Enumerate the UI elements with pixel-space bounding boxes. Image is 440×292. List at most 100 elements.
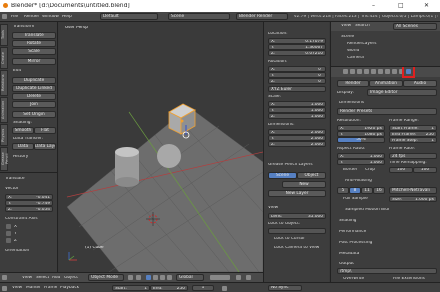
aa-samples-8[interactable]: 8 <box>349 187 361 194</box>
render-audio-button[interactable]: Audio <box>403 80 437 87</box>
file-extensions-checkbox[interactable]: File Extensions <box>393 277 425 281</box>
gp-scene-button[interactable]: Scene <box>268 172 297 179</box>
data-layouts-button[interactable]: Data Layouts <box>34 143 56 150</box>
render-button[interactable]: Render <box>337 80 369 87</box>
crop-checkbox[interactable]: Crop <box>365 168 375 172</box>
sync-selector[interactable]: No Sync <box>268 285 302 291</box>
object-menu[interactable]: Object <box>64 276 78 280</box>
render-animation-button[interactable]: Animation <box>369 80 403 87</box>
add-menu[interactable]: Add <box>52 276 60 280</box>
mode-selector[interactable]: Object Mode <box>88 274 124 281</box>
lock-to-cursor-checkbox[interactable]: Lock to Cursor <box>274 237 305 241</box>
layer-buttons-icon[interactable] <box>210 275 230 280</box>
timeline[interactable]: View Marker Frame Playback Start: 1 End: 2… <box>0 282 440 292</box>
gp-object-button[interactable]: Object <box>297 172 326 179</box>
rotate-manip-icon[interactable] <box>160 275 165 280</box>
render-preview-icon[interactable] <box>246 275 251 280</box>
3d-viewport[interactable]: User Persp (1) Cube <box>59 22 263 272</box>
timeline-end-field[interactable]: End: 250 <box>150 285 188 291</box>
minimize-button[interactable]: – <box>372 3 375 9</box>
outliner-item-world[interactable]: World <box>347 49 359 53</box>
aa-size-field[interactable]: Size: 1.000 px <box>389 196 437 202</box>
transform-panel-header[interactable]: Transform <box>13 25 34 29</box>
translate-button[interactable]: Translate <box>12 32 56 39</box>
lock-camera-checkbox[interactable]: Lock Camera to View <box>274 246 319 250</box>
menu-window[interactable]: Window <box>42 15 59 19</box>
maximize-button[interactable]: □ <box>398 3 404 9</box>
rotation-mode-selector[interactable]: XYZ Euler <box>268 86 326 92</box>
world-tab-icon[interactable] <box>364 69 369 74</box>
resolution-percentage-slider[interactable]: 50% <box>337 137 385 143</box>
aa-samples-11[interactable]: 11 <box>361 187 373 194</box>
engine-selector[interactable]: Blender Render <box>236 13 288 20</box>
location-z-field[interactable]: Z: 0.07210 <box>268 50 326 56</box>
overwrite-checkbox[interactable]: Overwrite <box>343 277 364 281</box>
gp-new-layer-button[interactable]: New Layer <box>268 190 326 197</box>
translate-manip-icon[interactable] <box>153 275 158 280</box>
close-button[interactable]: ✕ <box>424 3 429 9</box>
constraint-z-checkbox[interactable] <box>6 238 11 243</box>
tab-relations[interactable]: Relations <box>0 70 8 96</box>
timeline-marker-menu[interactable]: Marker <box>26 286 41 290</box>
outliner-search-menu[interactable]: Search <box>355 24 370 28</box>
data-tab-icon[interactable] <box>392 69 397 74</box>
shading-mode-icon[interactable] <box>128 275 133 280</box>
dimensions-z-field[interactable]: Z: 2.000 <box>268 141 326 147</box>
outliner-item-renderlayers[interactable]: RenderLayers <box>347 42 377 46</box>
vector-z-field[interactable]: Z: -0.054 <box>5 206 53 212</box>
render-layers-tab-icon[interactable] <box>350 69 355 74</box>
select-menu[interactable]: Select <box>36 276 49 280</box>
object-tab-icon[interactable] <box>371 69 376 74</box>
tab-grease-pencil[interactable]: Grease Pencil <box>0 147 9 171</box>
aa-samples-5[interactable]: 5 <box>337 187 349 194</box>
scale-manip-icon[interactable] <box>167 275 172 280</box>
scene-tab-icon[interactable] <box>357 69 362 74</box>
info-editor-icon[interactable] <box>2 14 7 19</box>
menu-help[interactable]: Help <box>62 15 72 19</box>
frame-rate-selector[interactable]: 24 fps <box>389 153 437 159</box>
scene-selector[interactable]: Scene <box>168 13 230 20</box>
timeline-start-field[interactable]: Start: 1 <box>112 285 150 291</box>
smooth-button[interactable]: Smooth <box>12 127 34 134</box>
layout-selector[interactable]: Default <box>100 13 158 20</box>
lens-field[interactable]: Lens: 35.000 <box>268 213 326 219</box>
tab-create[interactable]: Create <box>0 47 8 69</box>
remap-old-field[interactable]: 100 <box>389 167 413 173</box>
tab-tools[interactable]: Tools <box>0 24 8 46</box>
anti-aliasing-header[interactable]: Anti-Aliasing <box>345 179 372 183</box>
output-path-field[interactable]: /tmp\ <box>337 268 437 274</box>
output-panel-header[interactable]: Output <box>339 262 354 266</box>
rotate-button[interactable]: Rotate <box>12 40 56 47</box>
post-processing-panel-header[interactable]: Post Processing <box>339 241 372 245</box>
display-selector[interactable]: Image Editor <box>367 89 437 96</box>
mirror-button[interactable]: Mirror <box>12 58 56 65</box>
remap-new-field[interactable]: 100 <box>413 167 437 173</box>
timeline-editor-icon[interactable] <box>2 286 7 291</box>
history-panel-header[interactable]: History <box>13 155 28 159</box>
tab-animation[interactable]: Animation <box>0 97 8 123</box>
menu-render[interactable]: Render <box>24 15 39 19</box>
tab-physics[interactable]: Physics <box>0 124 8 146</box>
timeline-playback-menu[interactable]: Playback <box>60 286 79 290</box>
render-tab-icon[interactable] <box>343 69 348 74</box>
play-icon[interactable] <box>222 286 227 291</box>
duplicate-button[interactable]: Duplicate <box>12 77 56 84</box>
metadata-panel-header[interactable]: Metadata <box>339 252 359 256</box>
constraint-x-checkbox[interactable] <box>6 224 11 229</box>
current-frame-field[interactable]: 1 <box>192 285 214 291</box>
set-origin-button[interactable]: Set Origin <box>12 111 56 118</box>
duplicate-linked-button[interactable]: Duplicate Linked <box>12 85 56 92</box>
view-panel-header[interactable]: View <box>268 206 278 210</box>
render-presets-selector[interactable]: Render Presets <box>337 108 437 115</box>
sampled-motion-blur-header[interactable]: Sampled Motion Blur <box>345 208 390 212</box>
shading-panel-header[interactable]: Shading <box>339 219 356 223</box>
pivot-icon[interactable] <box>136 275 141 280</box>
timeline-frame-menu[interactable]: Frame <box>44 286 57 290</box>
data-button[interactable]: Data <box>12 143 34 150</box>
join-button[interactable]: Join <box>12 101 56 108</box>
lock-object-field[interactable] <box>268 228 326 234</box>
outliner-view-menu[interactable]: View <box>341 24 351 28</box>
orientation-selector[interactable]: Global <box>176 274 204 281</box>
view-menu[interactable]: View <box>22 276 32 280</box>
border-checkbox[interactable]: Border <box>343 168 357 172</box>
